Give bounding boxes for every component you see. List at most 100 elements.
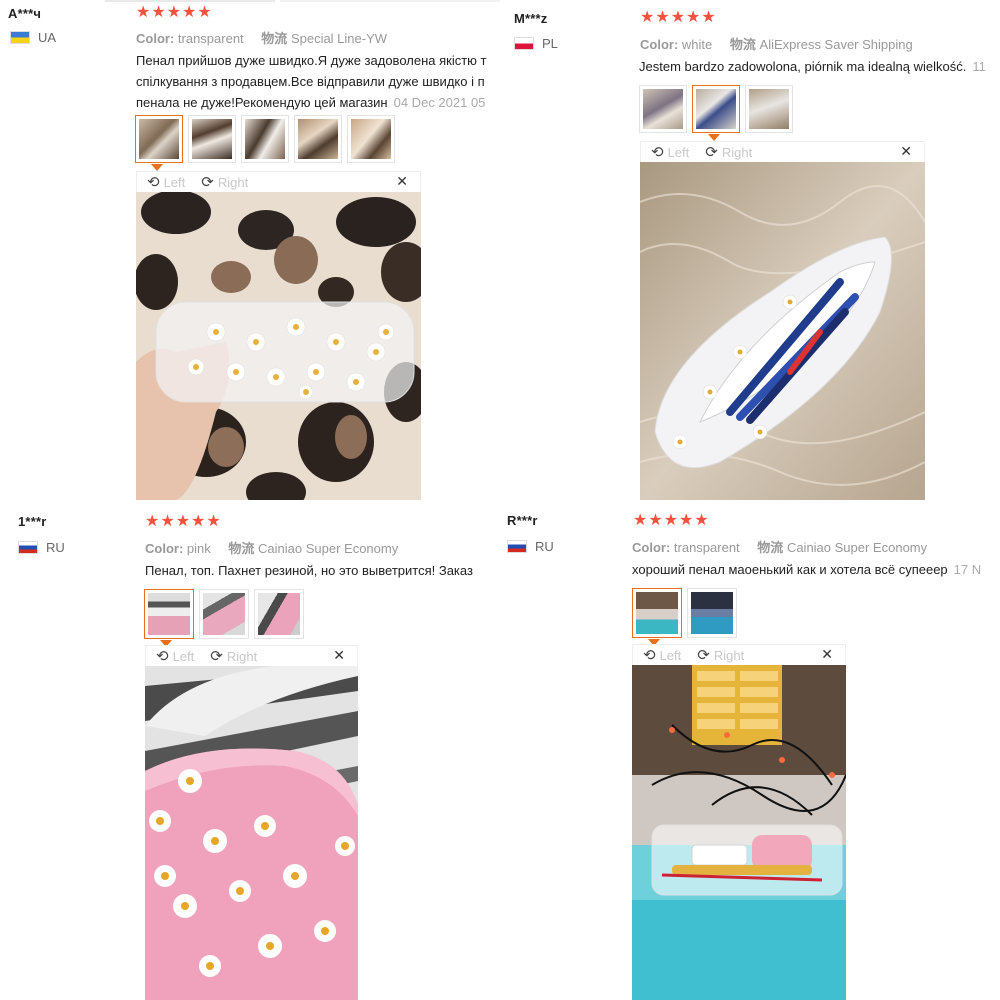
photo-thumbnails xyxy=(135,115,395,163)
photo-thumbnail[interactable] xyxy=(199,589,249,639)
photo-thumbnail[interactable] xyxy=(639,85,687,133)
reviewer-name: 1***r xyxy=(18,514,47,529)
color-value: white xyxy=(681,37,713,52)
review-text: хороший пенал маоенький как и хотела всё… xyxy=(632,559,1000,580)
photo-thumbnail[interactable] xyxy=(687,588,737,638)
rotate-left-label[interactable]: Left xyxy=(173,649,195,664)
review-text-line: хороший пенал маоенький как и хотела всё… xyxy=(632,562,948,577)
rating-stars: ★★★★★ xyxy=(136,4,213,21)
divider xyxy=(105,0,275,2)
color-label: Color: xyxy=(640,37,679,52)
rotate-left-label[interactable]: Left xyxy=(668,145,690,160)
rating-stars: ★★★★★ xyxy=(145,513,222,530)
photo-thumbnail[interactable] xyxy=(294,115,342,163)
review-card-4: R***r RU ★★★★★ Color: transparent 物流 Cai… xyxy=(500,500,1000,1000)
color-value: transparent xyxy=(673,540,740,555)
selected-caret xyxy=(708,134,720,141)
selected-caret xyxy=(151,164,163,171)
photo-thumbnail[interactable] xyxy=(241,115,289,163)
photo-thumbnail[interactable] xyxy=(144,589,194,639)
viewer-toolbar: ⟲ Left ⟳ Right ✕ xyxy=(146,646,357,667)
photo-thumbnail[interactable] xyxy=(347,115,395,163)
reviewer-country: PL xyxy=(514,36,558,51)
photo-thumbnails xyxy=(639,85,793,133)
review-photo xyxy=(145,666,358,1000)
photo-thumbnail[interactable] xyxy=(745,85,793,133)
review-card-1: А***ч UA ★★★★★ Color: transparent 物流 Spe… xyxy=(0,0,500,500)
country-code: RU xyxy=(46,540,65,555)
color-label: Color: xyxy=(145,541,184,556)
close-icon[interactable]: ✕ xyxy=(396,173,408,190)
rotate-right-label[interactable]: Right xyxy=(714,648,744,663)
viewer-toolbar: ⟲ Left ⟳ Right ✕ xyxy=(633,645,845,666)
rating-stars: ★★★★★ xyxy=(633,512,710,529)
reviewer-country: RU xyxy=(18,540,65,555)
photo-thumbnail[interactable] xyxy=(135,115,183,163)
rotate-left-icon[interactable]: ⟲ xyxy=(651,143,664,161)
rotate-right-label[interactable]: Right xyxy=(722,145,752,160)
shipping-value: AliExpress Saver Shipping xyxy=(759,37,913,52)
review-date: 11 xyxy=(972,59,986,74)
viewer-toolbar: ⟲ Left ⟳ Right ✕ xyxy=(641,142,924,163)
flag-icon xyxy=(514,37,534,50)
review-text-line: Пенал прийшов дуже швидко.Я дуже задовол… xyxy=(136,53,487,68)
photo-thumbnail[interactable] xyxy=(254,589,304,639)
close-icon[interactable]: ✕ xyxy=(900,143,912,160)
color-label: Color: xyxy=(136,31,175,46)
review-meta: Color: pink 物流 Cainiao Super Economy xyxy=(145,538,398,557)
close-icon[interactable]: ✕ xyxy=(821,646,833,663)
rotate-left-icon[interactable]: ⟲ xyxy=(147,173,160,191)
review-card-2: M***z PL ★★★★★ Color: white 物流 AliExpres… xyxy=(500,0,1000,500)
rotate-right-icon[interactable]: ⟳ xyxy=(697,646,710,664)
close-icon[interactable]: ✕ xyxy=(333,647,345,664)
review-photo xyxy=(640,162,925,500)
review-text: Jestem bardzo zadowolona, piórnik ma ide… xyxy=(639,56,1000,77)
photo-thumbnail[interactable] xyxy=(188,115,236,163)
review-meta: Color: transparent 物流 Special Line-YW xyxy=(136,28,387,47)
shipping-label: 物流 xyxy=(757,540,784,555)
review-text: Пенал, топ. Пахнет резиной, но это вывет… xyxy=(145,560,490,581)
color-value: pink xyxy=(186,541,211,556)
color-value: transparent xyxy=(177,31,244,46)
country-code: RU xyxy=(535,539,554,554)
photo-thumbnails xyxy=(632,588,737,638)
flag-icon xyxy=(18,541,38,554)
shipping-label: 物流 xyxy=(729,37,756,52)
review-meta: Color: white 物流 AliExpress Saver Shippin… xyxy=(640,34,913,53)
shipping-value: Cainiao Super Economy xyxy=(258,541,399,556)
rotate-right-icon[interactable]: ⟳ xyxy=(705,143,718,161)
review-photo xyxy=(632,665,846,1000)
rating-stars: ★★★★★ xyxy=(640,9,717,26)
photo-thumbnail[interactable] xyxy=(692,85,740,133)
rotate-right-label[interactable]: Right xyxy=(227,649,257,664)
reviewer-name: M***z xyxy=(514,11,548,26)
shipping-label: 物流 xyxy=(261,31,288,46)
review-photo xyxy=(136,192,421,500)
review-text-line: пенала не дуже!Рекомендую цей магазин xyxy=(136,95,388,110)
shipping-label: 物流 xyxy=(228,541,255,556)
flag-icon xyxy=(10,31,30,44)
rotate-left-label[interactable]: Left xyxy=(164,175,186,190)
country-code: PL xyxy=(542,36,558,51)
review-card-3: 1***r RU ★★★★★ Color: pink 物流 Cainiao Su… xyxy=(0,500,500,1000)
review-date: 17 N xyxy=(953,562,982,577)
color-label: Color: xyxy=(632,540,671,555)
rotate-left-label[interactable]: Left xyxy=(660,648,682,663)
review-text-line: спілкування з продавцем.Все відправили д… xyxy=(136,74,485,89)
photo-thumbnail[interactable] xyxy=(632,588,682,638)
review-date: 04 Dec 2021 05 xyxy=(393,95,486,110)
rotate-right-icon[interactable]: ⟳ xyxy=(201,173,214,191)
rotate-right-icon[interactable]: ⟳ xyxy=(210,647,223,665)
reviewer-name: А***ч xyxy=(8,6,42,21)
flag-icon xyxy=(507,540,527,553)
review-meta: Color: transparent 物流 Cainiao Super Econ… xyxy=(632,537,927,556)
reviewer-country: RU xyxy=(507,539,554,554)
rotate-left-icon[interactable]: ⟲ xyxy=(156,647,169,665)
review-text-line: Пенал, топ. Пахнет резиной, но это вывет… xyxy=(145,563,473,578)
rotate-left-icon[interactable]: ⟲ xyxy=(643,646,656,664)
rotate-right-label[interactable]: Right xyxy=(218,175,248,190)
country-code: UA xyxy=(38,30,57,45)
shipping-value: Special Line-YW xyxy=(290,31,388,46)
review-text-line: Jestem bardzo zadowolona, piórnik ma ide… xyxy=(639,59,967,74)
reviewer-country: UA xyxy=(10,30,56,45)
